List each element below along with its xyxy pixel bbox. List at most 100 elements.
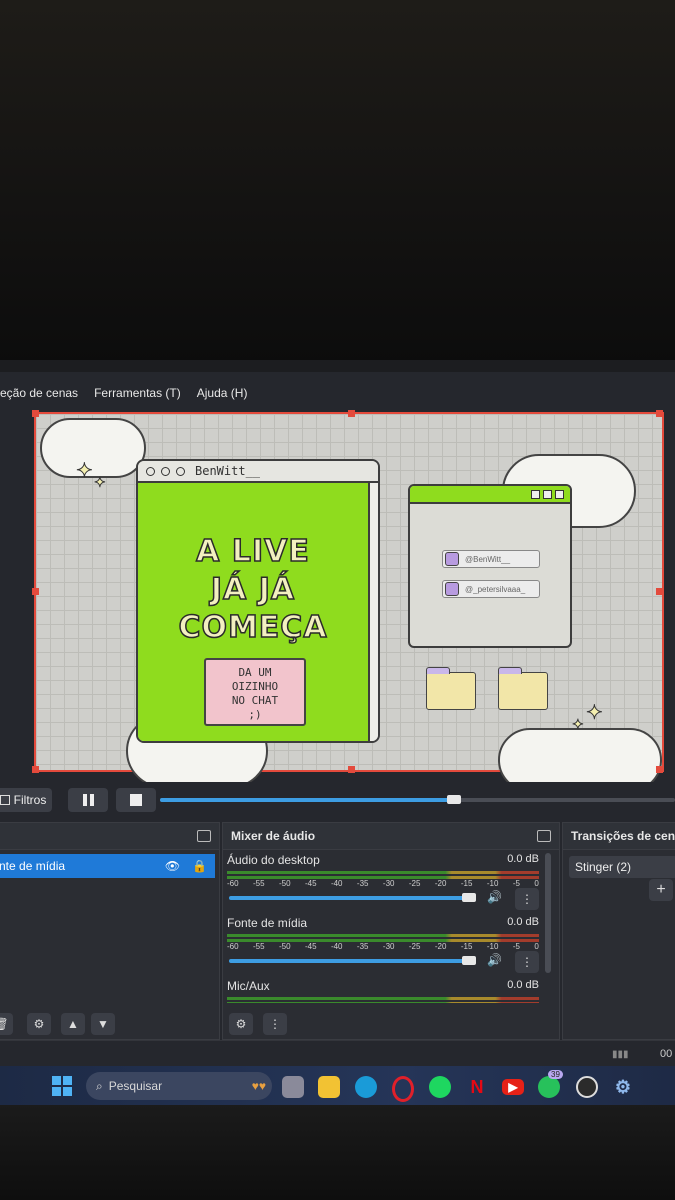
scale-tick: -50 <box>278 942 291 951</box>
mixer-channel: Fonte de mídia 0.0 dB -60 -55 -50 -45 -40 -35 -3… <box>227 916 543 976</box>
resize-handle[interactable] <box>656 410 663 417</box>
sparkle-icon: ✦ <box>94 474 107 491</box>
browser-titlebar: BenWitt__ <box>138 461 378 483</box>
eye-icon[interactable]: 👁 <box>165 859 180 873</box>
scale-tick: -40 <box>330 942 343 951</box>
menu-bar: eção de cenas Ferramentas (T) Ajuda (H) <box>0 386 247 408</box>
transition-select[interactable]: Stinger (2) <box>569 856 675 878</box>
undock-icon[interactable] <box>537 830 551 842</box>
scale-tick: -60 <box>227 879 239 888</box>
resize-handle[interactable] <box>348 410 355 417</box>
search-placeholder: Pesquisar <box>108 1079 163 1093</box>
volume-handle[interactable] <box>461 893 476 902</box>
volume-slider[interactable] <box>229 959 470 963</box>
resize-handle[interactable] <box>32 410 39 417</box>
stop-button[interactable] <box>116 788 156 812</box>
settings-icon[interactable]: ⚙ <box>612 1076 634 1098</box>
scale-tick: -35 <box>356 879 369 888</box>
socials-titlebar <box>410 486 570 504</box>
widgets-icon[interactable] <box>282 1076 304 1098</box>
whatsapp-icon[interactable] <box>538 1076 560 1098</box>
source-item[interactable]: nte de mídia 👁 🔒 <box>0 854 215 878</box>
volume-slider[interactable] <box>229 896 470 900</box>
scale-tick: -15 <box>460 942 473 951</box>
close-icon <box>555 489 564 499</box>
seek-bar[interactable] <box>160 795 675 804</box>
scale-tick: -55 <box>252 879 265 888</box>
seek-handle[interactable] <box>446 795 461 804</box>
volume-handle[interactable] <box>461 956 476 965</box>
file-explorer-icon[interactable] <box>318 1076 340 1098</box>
remove-source-button[interactable]: 🗑 <box>0 1013 13 1035</box>
lock-icon[interactable]: 🔒 <box>192 859 207 873</box>
scale-tick: -30 <box>382 879 395 888</box>
scale-tick: 0 <box>534 942 539 951</box>
scrollbar-graphic <box>368 483 378 741</box>
channel-menu-button[interactable]: ⋮ <box>515 951 539 973</box>
mixer-menu-button[interactable]: ⋮ <box>263 1013 287 1035</box>
add-transition-button[interactable]: + <box>649 879 673 901</box>
speaker-icon[interactable]: 🔊 <box>487 890 502 904</box>
note-line: DA UM <box>238 666 272 679</box>
status-bar: ▮▮▮ 00 <box>0 1040 675 1069</box>
obs-window: eção de cenas Ferramentas (T) Ajuda (H) … <box>0 372 675 1107</box>
obs-icon[interactable] <box>576 1076 598 1098</box>
youtube-icon[interactable]: ▶ <box>502 1079 524 1095</box>
netflix-icon[interactable]: N <box>466 1076 488 1098</box>
resize-handle[interactable] <box>32 588 39 595</box>
scale-tick: -10 <box>486 879 499 888</box>
speaker-icon[interactable]: 🔊 <box>487 953 502 967</box>
socials-window-graphic: @BenWitt__ @_petersilvaaa_ <box>408 484 572 648</box>
meter-scale: -60 -55 -50 -45 -40 -35 -30 -25 -20 -15 -10 -5 0 <box>227 942 539 951</box>
pause-button[interactable] <box>68 788 108 812</box>
menu-item-help[interactable]: Ajuda (H) <box>197 386 248 408</box>
desk-foreground <box>0 1105 675 1200</box>
browser-window-graphic: BenWitt__ A LIVE JÁ JÁ COMEÇA DA UM OIZI… <box>136 459 380 743</box>
move-up-button[interactable]: ▲ <box>61 1013 85 1035</box>
advanced-audio-button[interactable]: ⚙ <box>229 1013 253 1035</box>
windows-taskbar: ⌕ Pesquisar ♥♥ N ▶ 39 ⚙ <box>0 1066 675 1107</box>
headline-line-3: COMEÇA <box>178 609 328 646</box>
meter-scale: -60 -55 -50 -45 -40 -35 -30 -25 -20 -15 -10 -5 0 <box>227 879 539 888</box>
scale-tick: -15 <box>460 879 473 888</box>
mixer-channels: Áudio do desktop 0.0 dB -60 -55 -50 -45 -40 -35… <box>227 853 543 1003</box>
audio-mixer-dock: Mixer de áudio Áudio do desktop 0.0 dB -60… <box>222 822 560 1040</box>
twitter-text: @BenWitt__ <box>465 554 511 564</box>
channel-name: Fonte de mídia <box>227 916 308 930</box>
taskbar-search[interactable]: ⌕ Pesquisar ♥♥ <box>86 1072 272 1100</box>
level-meter <box>227 997 539 1000</box>
resize-handle[interactable] <box>656 588 663 595</box>
resize-handle[interactable] <box>348 766 355 773</box>
channel-db: 0.0 dB <box>507 979 539 991</box>
chat-note: DA UM OIZINHO NO CHAT ;) <box>204 658 306 726</box>
level-meter <box>227 871 539 874</box>
source-label: nte de mídia <box>0 859 66 873</box>
undock-icon[interactable] <box>197 830 211 842</box>
edge-icon[interactable] <box>355 1076 377 1098</box>
resize-handle[interactable] <box>32 766 39 773</box>
scale-tick: -5 <box>512 879 520 888</box>
level-meter <box>227 934 539 937</box>
filters-button[interactable]: Filtros <box>0 788 52 812</box>
resize-handle[interactable] <box>656 766 663 773</box>
scale-tick: -55 <box>252 942 265 951</box>
menu-item-scene-collection[interactable]: eção de cenas <box>0 386 78 408</box>
scale-tick: -20 <box>434 942 447 951</box>
menu-item-tools[interactable]: Ferramentas (T) <box>94 386 181 408</box>
channel-menu-button[interactable]: ⋮ <box>515 888 539 910</box>
sparkle-icon: ✦ <box>572 716 585 733</box>
mixer-channel: Mic/Aux0.0 dB-60-55-50-45-40-35-30-25-20… <box>227 979 543 1003</box>
mixer-scrollbar[interactable] <box>545 853 551 973</box>
minimize-icon <box>531 489 540 499</box>
spotify-icon[interactable] <box>429 1076 451 1098</box>
preview-canvas[interactable]: ✦ ✦ ✦ ✦ BenWitt__ A LIVE JÁ JÁ COMEÇA DA… <box>32 410 664 792</box>
folder-icon <box>426 667 476 710</box>
stop-icon <box>130 794 142 806</box>
status-time: 00 <box>660 1048 673 1060</box>
start-button[interactable] <box>52 1076 72 1096</box>
move-down-button[interactable]: ▼ <box>91 1013 115 1035</box>
opera-icon[interactable] <box>392 1076 414 1102</box>
note-line: NO CHAT <box>231 694 279 707</box>
source-settings-button[interactable]: ⚙ <box>27 1013 51 1035</box>
scale-tick: 0 <box>534 879 539 888</box>
